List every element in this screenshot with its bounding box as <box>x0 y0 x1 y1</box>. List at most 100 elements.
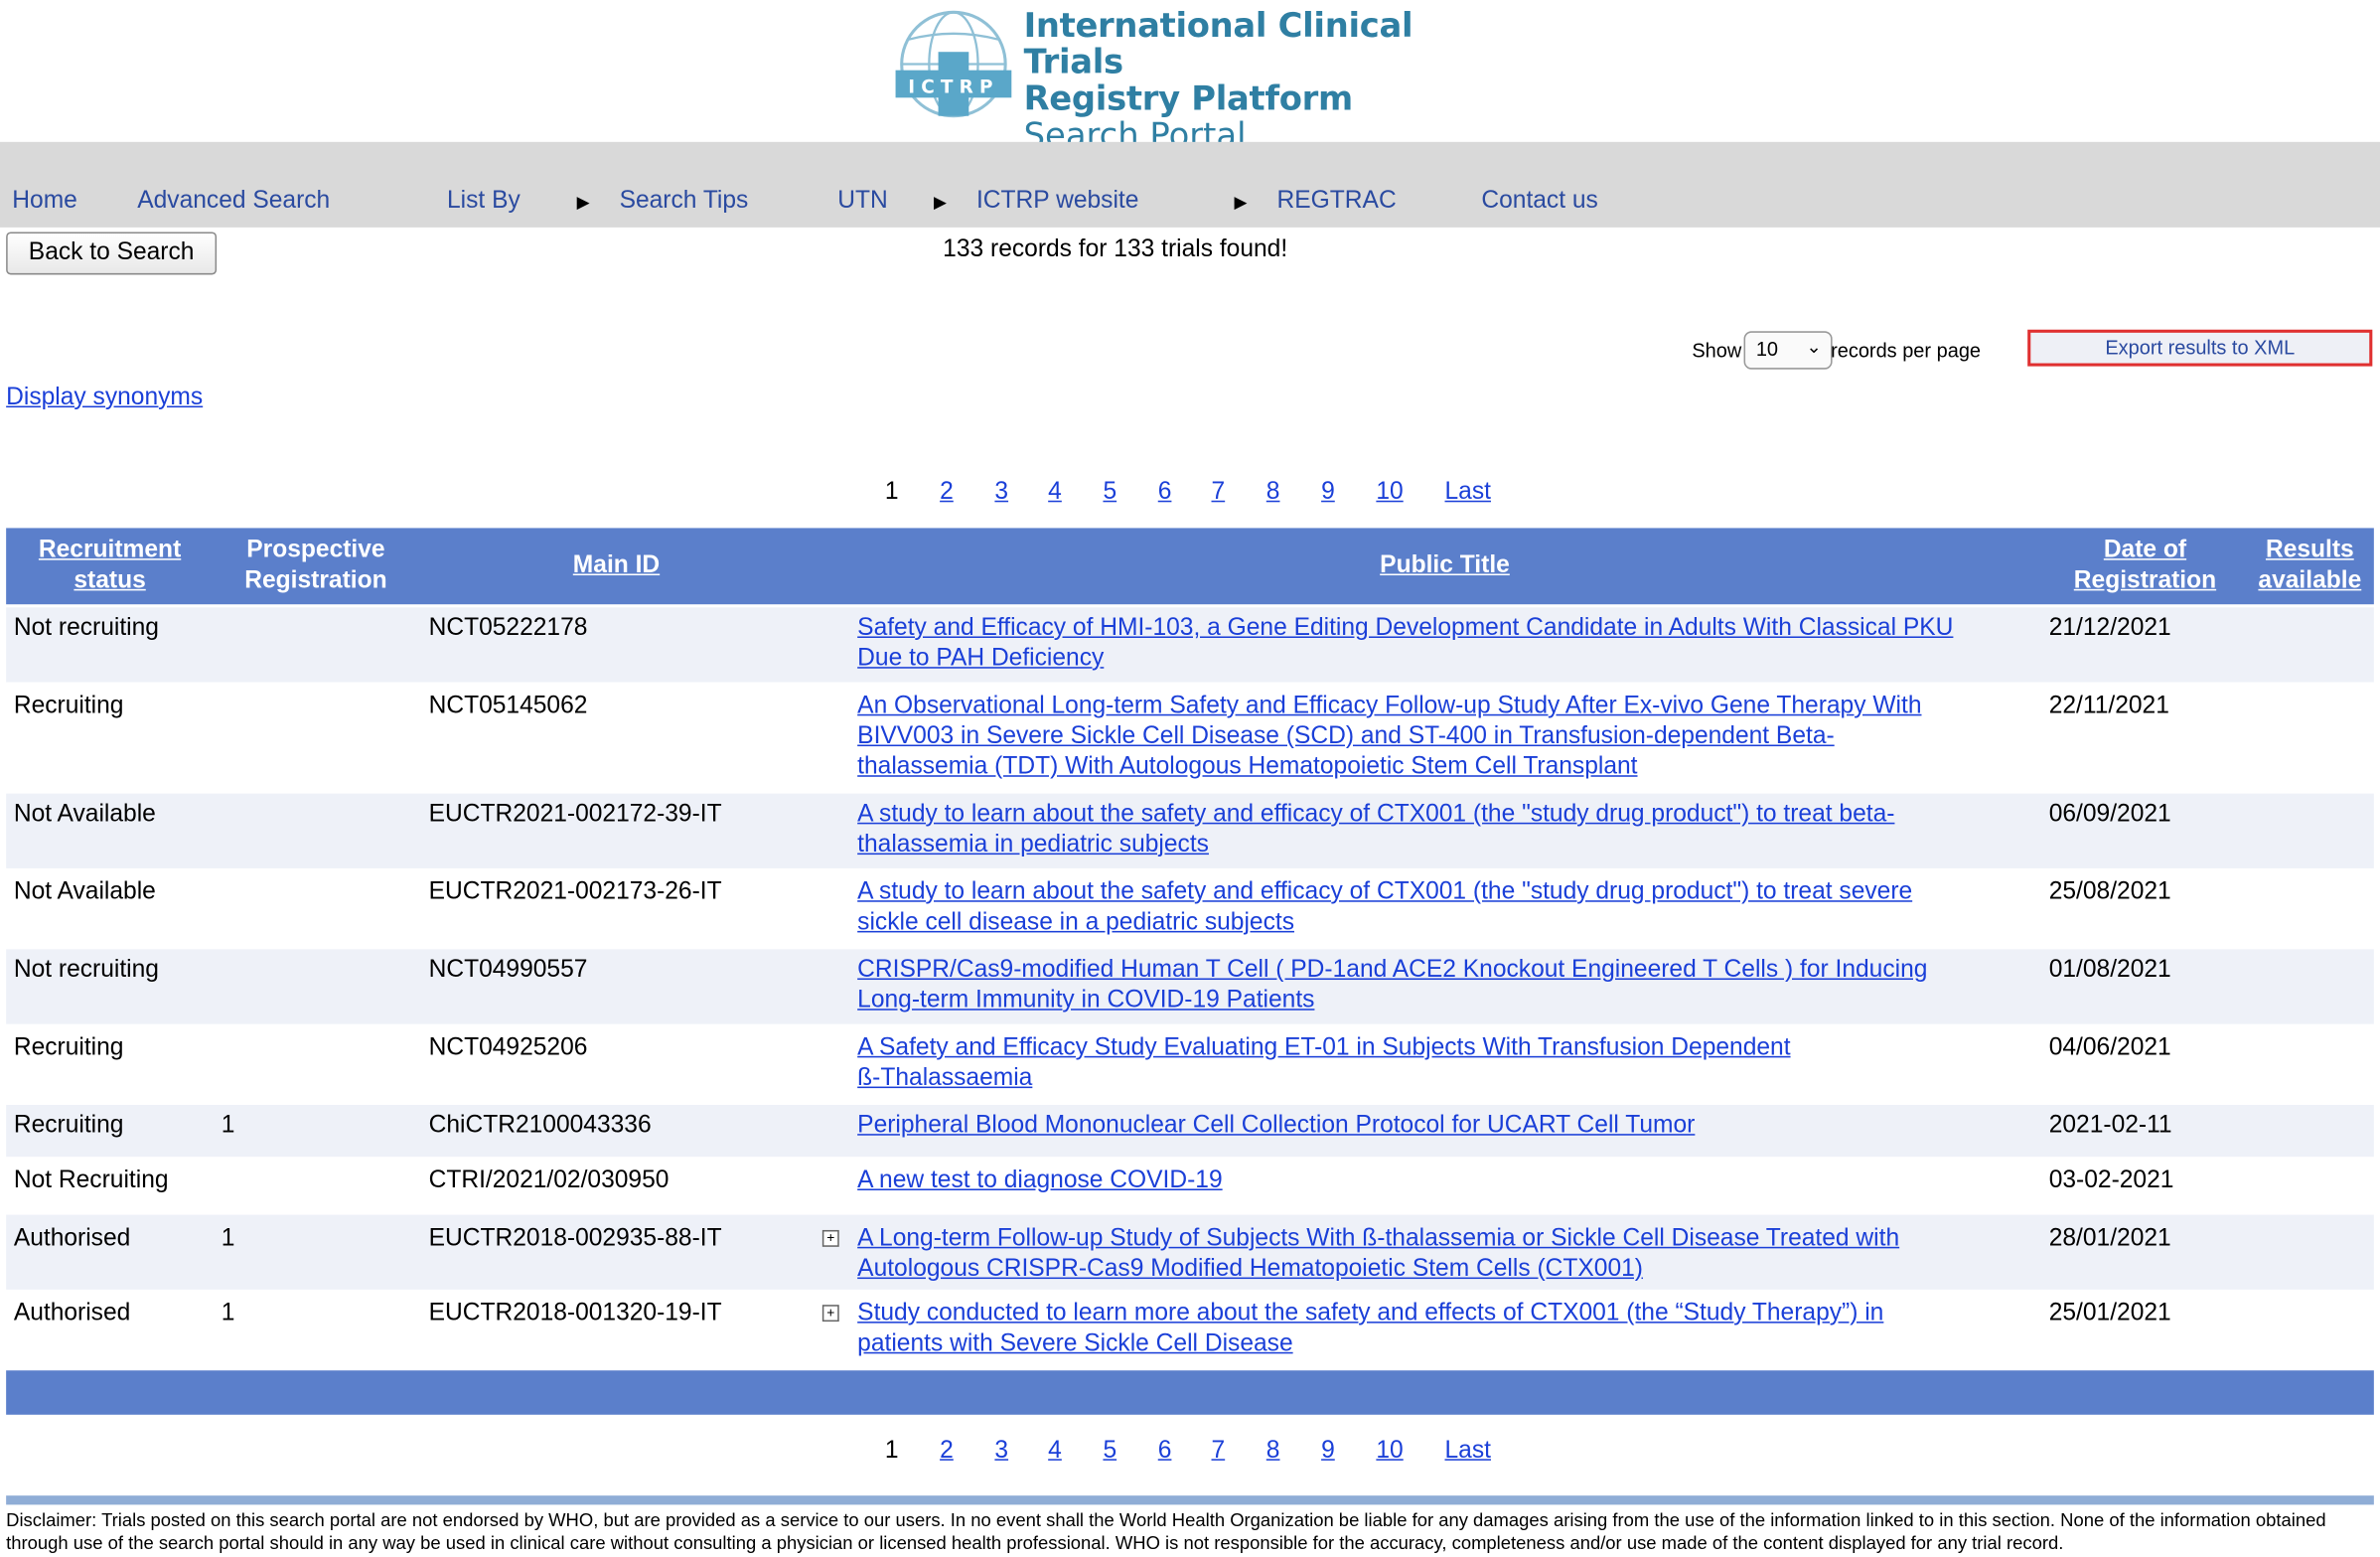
registration-date: 22/11/2021 <box>2048 693 2169 719</box>
header-text: available <box>2258 567 2362 594</box>
pager-last-link[interactable]: Last <box>1444 479 1490 507</box>
main-nav: Home Advanced Search List By ▶ Search Ti… <box>0 141 2380 228</box>
nav-list-by[interactable]: List By <box>447 188 521 216</box>
main-id: ChiCTR2100043336 <box>428 1112 652 1139</box>
pager-page-link[interactable]: 2 <box>940 1438 954 1466</box>
recruitment-status: Not Available <box>13 801 156 828</box>
table-row: Not recruiting NCT04990557 CRISPR/Cas9-m… <box>6 949 2374 1024</box>
pager-current-page: 1 <box>884 1437 899 1464</box>
nav-utn[interactable]: UTN <box>837 188 888 216</box>
public-title-link[interactable]: CRISPR/Cas9-modified Human T Cell ( PD-1… <box>857 955 2047 1015</box>
title-line: Safety and Efficacy of HMI-103, a Gene E… <box>857 614 1954 642</box>
expand-plus-icon[interactable]: + <box>821 1229 839 1247</box>
results-table-footer <box>6 1370 2374 1415</box>
public-title-link[interactable]: An Observational Long-term Safety and Ef… <box>857 692 2047 783</box>
column-header-main-id[interactable]: Main ID <box>524 550 707 581</box>
column-header-public-title[interactable]: Public Title <box>1323 550 1567 581</box>
column-header-results-available[interactable]: Results available <box>2249 536 2371 596</box>
public-title-link[interactable]: A new test to diagnose COVID-19 <box>857 1166 2047 1196</box>
pager-page-link[interactable]: 7 <box>1212 479 1226 507</box>
table-row: Not Recruiting CTRI/2021/02/030950 A new… <box>6 1160 2374 1211</box>
public-title-link[interactable]: Study conducted to learn more about the … <box>857 1299 2047 1359</box>
title-line: BIVV003 in Severe Sickle Cell Disease (S… <box>857 723 1835 750</box>
chevron-down-icon: ⌄ <box>1806 335 1822 358</box>
pager-current-page: 1 <box>884 479 899 506</box>
title-line: Due to PAH Deficiency <box>857 645 1105 672</box>
pager-page-link[interactable]: 9 <box>1321 1438 1335 1466</box>
recruitment-status: Not Available <box>13 878 156 905</box>
main-id: EUCTR2021-002172-39-IT <box>428 801 722 828</box>
globe-logo-icon <box>895 10 1012 118</box>
pager-page-link[interactable]: 2 <box>940 479 954 507</box>
main-id: NCT05145062 <box>428 693 588 719</box>
pager-page-link[interactable]: 4 <box>1048 479 1062 507</box>
disclaimer-text: Disclaimer: Trials posted on this search… <box>6 1509 2326 1554</box>
pager-page-link[interactable]: 3 <box>994 479 1008 507</box>
pager-page-link[interactable]: 8 <box>1266 1438 1280 1466</box>
title-line: ß-Thalassaemia <box>857 1065 1033 1092</box>
public-title-link[interactable]: A Safety and Efficacy Study Evaluating E… <box>857 1033 2047 1094</box>
footer-divider <box>6 1495 2374 1505</box>
badge-text: ICTRP <box>908 78 998 98</box>
title-line: Long-term Immunity in COVID-19 Patients <box>857 987 1315 1013</box>
pager-page-link[interactable]: 5 <box>1103 479 1116 507</box>
title-line: thalassemia (TDT) With Autologous Hemato… <box>857 753 1638 780</box>
recruitment-status: Recruiting <box>13 1034 124 1061</box>
table-row: Recruiting NCT05145062 An Observational … <box>6 686 2374 791</box>
pager-page-link[interactable]: 9 <box>1321 479 1335 507</box>
title-line: A study to learn about the safety and ef… <box>857 878 1913 905</box>
title-line: thalassemia in pediatric subjects <box>857 832 1209 858</box>
pager-last-link[interactable]: Last <box>1444 1438 1490 1466</box>
public-title-link[interactable]: Peripheral Blood Mononuclear Cell Collec… <box>857 1111 2047 1142</box>
title-line: Peripheral Blood Mononuclear Cell Collec… <box>857 1112 1696 1139</box>
pager-page-link[interactable]: 10 <box>1376 479 1403 507</box>
records-per-page-select[interactable]: 10 ⌄ <box>1743 331 1833 370</box>
header-text: status <box>74 567 146 594</box>
public-title-link[interactable]: A study to learn about the safety and ef… <box>857 877 2047 938</box>
table-row: Recruiting 1 ChiCTR2100043336 Peripheral… <box>6 1104 2374 1158</box>
nav-search-tips[interactable]: Search Tips <box>620 188 749 216</box>
public-title-link[interactable]: Safety and Efficacy of HMI-103, a Gene E… <box>857 613 2047 674</box>
pager-page-link[interactable]: 5 <box>1103 1438 1116 1466</box>
export-xml-button[interactable]: Export results to XML <box>2027 329 2373 367</box>
registration-date: 28/01/2021 <box>2048 1225 2171 1252</box>
expand-plus-icon[interactable]: + <box>821 1305 839 1323</box>
main-id: NCT05222178 <box>428 614 588 642</box>
header-text: Registration <box>244 567 387 594</box>
display-synonyms-link[interactable]: Display synonyms <box>6 385 203 412</box>
submenu-arrow-icon: ▶ <box>576 194 590 213</box>
header-text: Prospective <box>246 537 385 563</box>
public-title-link[interactable]: A Long-term Follow-up Study of Subjects … <box>857 1224 2047 1285</box>
header-text: Date of <box>2103 537 2187 563</box>
registration-date: 21/12/2021 <box>2048 614 2171 642</box>
registration-date: 25/01/2021 <box>2048 1300 2171 1326</box>
nav-home[interactable]: Home <box>12 188 77 216</box>
ictrp-logo: ICTRP International Clinical Trials Regi… <box>893 6 1503 155</box>
pager-page-link[interactable]: 6 <box>1158 479 1172 507</box>
show-label: Show <box>1692 338 1742 363</box>
title-line: A Long-term Follow-up Study of Subjects … <box>857 1225 1900 1252</box>
nav-regtrac[interactable]: REGTRAC <box>1277 188 1397 216</box>
pager-page-link[interactable]: 8 <box>1266 479 1280 507</box>
pager-page-link[interactable]: 6 <box>1158 1438 1172 1466</box>
records-per-page-value: 10 <box>1755 337 1779 361</box>
header-text: Recruitment <box>38 537 182 563</box>
nav-advanced-search[interactable]: Advanced Search <box>137 188 330 216</box>
table-row: Not Available EUCTR2021-002173-26-IT A s… <box>6 871 2374 946</box>
pager-page-link[interactable]: 4 <box>1048 1438 1062 1466</box>
public-title-link[interactable]: A study to learn about the safety and ef… <box>857 800 2047 860</box>
main-id: EUCTR2018-001320-19-IT <box>428 1300 722 1326</box>
main-id: NCT04925206 <box>428 1034 588 1061</box>
prospective-registration: 1 <box>221 1225 235 1252</box>
nav-ictrp-website[interactable]: ICTRP website <box>976 188 1138 216</box>
logo-title-line2: Registry Platform <box>1023 80 1354 119</box>
pager-page-link[interactable]: 7 <box>1212 1438 1226 1466</box>
pager-page-link[interactable]: 3 <box>994 1438 1008 1466</box>
nav-contact-us[interactable]: Contact us <box>1481 188 1597 216</box>
column-header-date-of-registration[interactable]: Date of Registration <box>2056 536 2233 596</box>
back-to-search-button[interactable]: Back to Search <box>6 232 218 275</box>
column-header-recruitment-status[interactable]: Recruitment status <box>18 536 201 596</box>
pager-page-link[interactable]: 10 <box>1376 1438 1403 1466</box>
title-line: Autologous CRISPR-Cas9 Modified Hematopo… <box>857 1256 1643 1283</box>
results-count: 133 records for 133 trials found! <box>943 236 1288 263</box>
